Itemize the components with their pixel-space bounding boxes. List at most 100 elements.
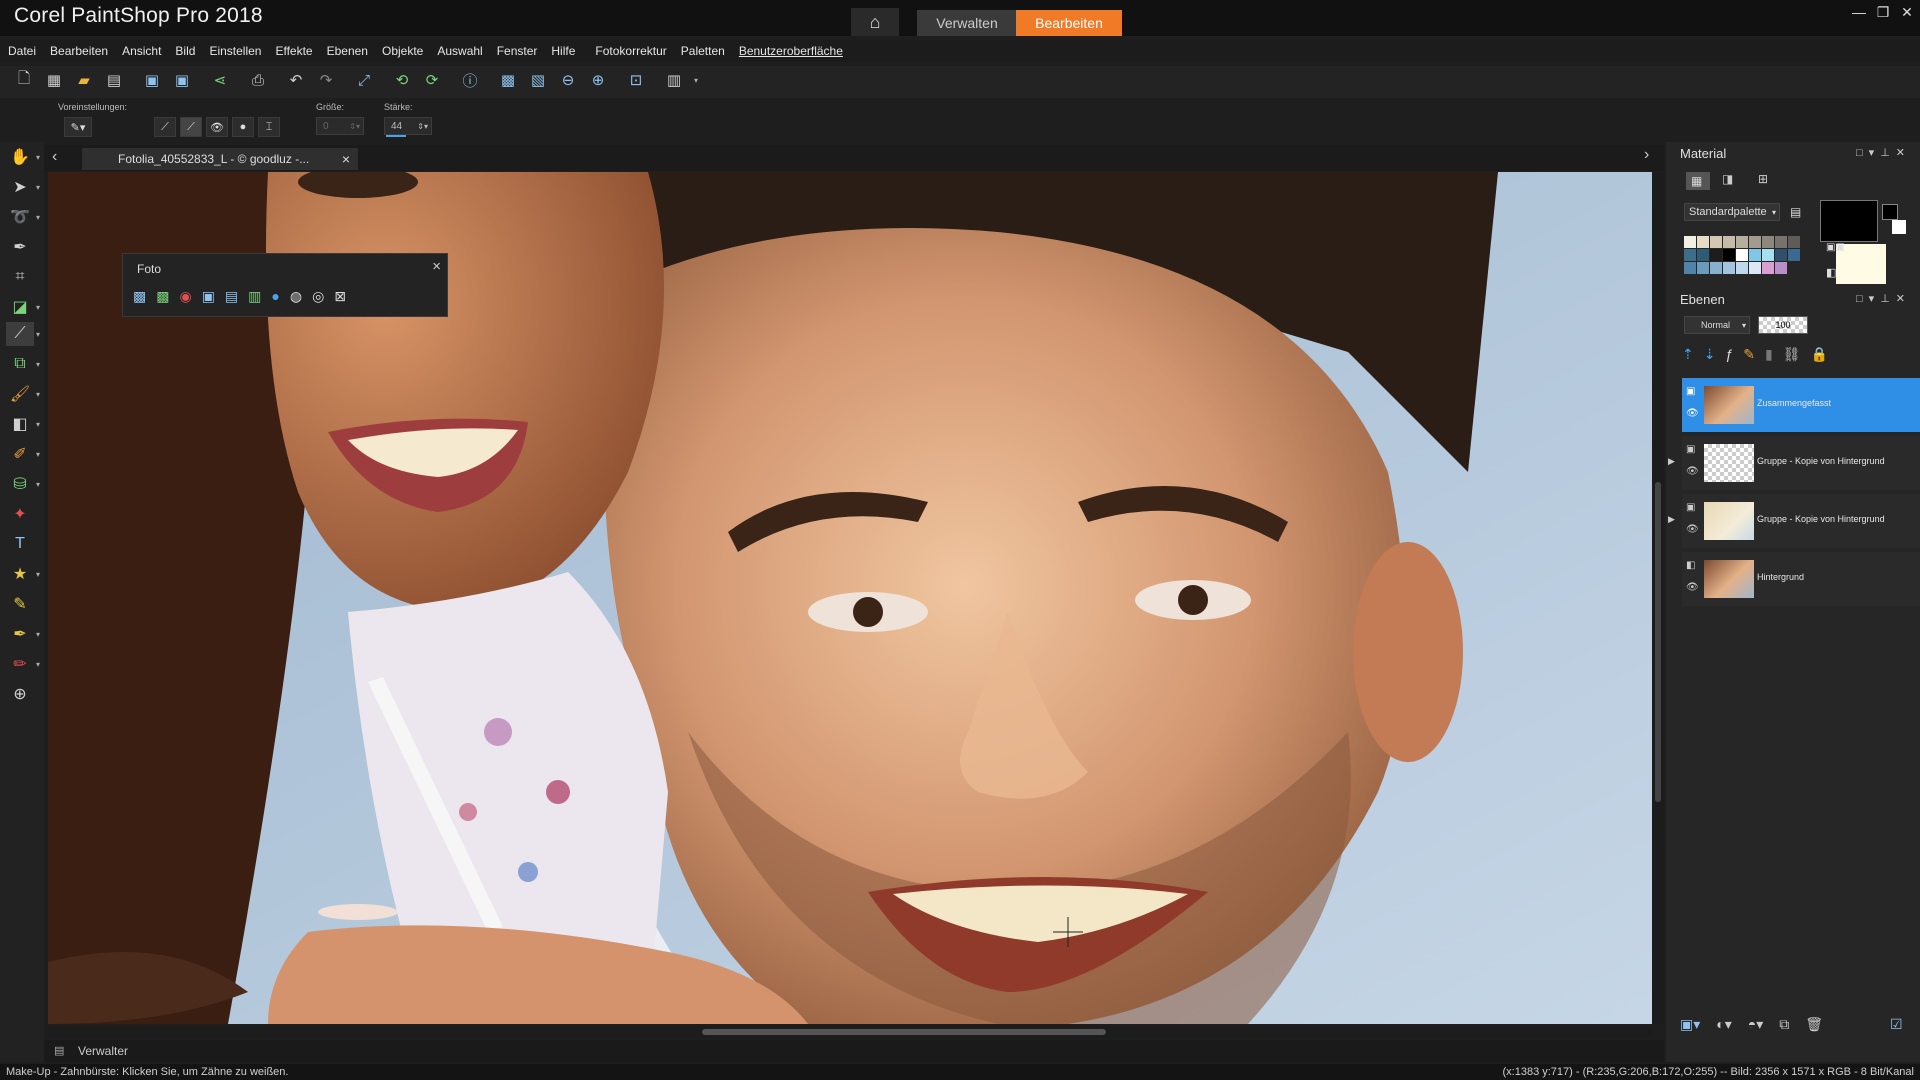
close-icon[interactable]: ✕ — [1896, 2, 1918, 22]
depth-of-field-icon[interactable]: ● — [271, 288, 279, 305]
share-icon[interactable]: ⋖ — [210, 70, 230, 90]
makeover-icon[interactable]: ◎ — [312, 288, 324, 305]
menu-bearbeiten[interactable]: Bearbeiten — [42, 44, 114, 58]
maximize-icon[interactable]: □ — [1856, 293, 1869, 305]
vertical-scrollbar[interactable] — [1652, 172, 1664, 1024]
art-tool[interactable]: ✎ — [6, 592, 34, 616]
color-swatch[interactable] — [1710, 236, 1722, 248]
warp-tool[interactable]: ✏ ▾ — [6, 652, 40, 676]
menu-auswahl[interactable]: Auswahl — [429, 44, 488, 58]
link-icon[interactable]: ⛓ — [1783, 346, 1801, 363]
color-swatch[interactable] — [1788, 249, 1800, 261]
menu-fotokorrektur[interactable]: Fotokorrektur — [587, 44, 672, 58]
dropper-tool[interactable]: ✒ — [6, 235, 34, 259]
mode-thinify-button[interactable]: ⌶ — [258, 117, 280, 137]
tab-next-icon[interactable]: › — [1644, 146, 1649, 164]
tab-bearbeiten[interactable]: Bearbeiten — [1016, 10, 1122, 36]
expand-arrow-icon[interactable]: ▶ — [1668, 514, 1675, 525]
text-tool[interactable]: T — [6, 532, 34, 556]
mask-layer-icon[interactable]: ◓▾ — [1748, 1016, 1763, 1033]
redo-icon[interactable]: ↷ — [316, 70, 336, 90]
browse-icon[interactable]: ▦ — [44, 70, 64, 90]
resize-icon[interactable]: ⤢ — [354, 70, 374, 90]
scan-icon[interactable]: ▤ — [104, 70, 124, 90]
menu-ebenen[interactable]: Ebenen — [319, 44, 374, 58]
color-swatch[interactable] — [1749, 236, 1761, 248]
color-swatch[interactable] — [1723, 262, 1735, 274]
menu-paletten[interactable]: Paletten — [673, 44, 731, 58]
color-swatch[interactable] — [1697, 236, 1709, 248]
fx-icon[interactable]: ƒ — [1725, 346, 1733, 363]
color-swatch[interactable] — [1788, 236, 1800, 248]
gradient-view-icon[interactable]: ◨ — [1722, 172, 1733, 186]
tab-verwalten[interactable]: Verwalten — [917, 10, 1017, 36]
layer-row[interactable]: ◧ 👁 Hintergrund — [1682, 552, 1920, 606]
color-swatch[interactable] — [1736, 262, 1748, 274]
menu-ansicht[interactable]: Ansicht — [114, 44, 167, 58]
actual-size-icon[interactable]: ▧ — [528, 70, 548, 90]
color-swatch[interactable] — [1775, 249, 1787, 261]
menu-datei[interactable]: Datei — [0, 44, 42, 58]
color-swatch[interactable] — [1684, 262, 1696, 274]
color-swatch[interactable] — [1749, 262, 1761, 274]
duplicate-layer-icon[interactable]: ⧉ — [1779, 1016, 1789, 1033]
crop-tool[interactable]: ⌗ — [6, 265, 34, 289]
swatch-view-button[interactable]: ▦ — [1686, 172, 1710, 190]
menu-fenster[interactable]: Fenster — [489, 44, 544, 58]
paste-icon[interactable]: ▥ — [664, 70, 684, 90]
clone-tool[interactable]: ⧉ ▾ — [6, 352, 40, 376]
scroll-thumb[interactable] — [702, 1029, 1106, 1035]
minimize-icon[interactable]: — — [1848, 2, 1870, 22]
fill-tool[interactable]: ⛁ ▾ — [6, 472, 40, 496]
panel-controls[interactable]: □▾⊥✕ — [1856, 292, 1911, 305]
chevron-down-icon[interactable]: ▾ — [1869, 293, 1881, 305]
color-swatch[interactable] — [1762, 249, 1774, 261]
color-swatch[interactable] — [1775, 236, 1787, 248]
menu-benutzeroberflaeche[interactable]: Benutzeroberfläche — [731, 44, 849, 58]
maximize-icon[interactable]: □ — [1856, 147, 1869, 159]
move-down-icon[interactable]: ⇣ — [1704, 346, 1716, 363]
menu-effekte[interactable]: Effekte — [267, 44, 318, 58]
close-icon[interactable]: ✕ — [1896, 293, 1911, 305]
layer-properties-icon[interactable]: ☑ — [1890, 1016, 1903, 1033]
panorama-icon[interactable]: ▥ — [248, 288, 261, 305]
mini-fg-swatch[interactable] — [1882, 204, 1898, 220]
color-swatch[interactable] — [1684, 249, 1696, 261]
color-swatch[interactable] — [1762, 236, 1774, 248]
opacity-input[interactable]: 100 — [1758, 316, 1808, 334]
close-icon[interactable]: × — [342, 151, 350, 167]
save-icon[interactable]: ▣ — [142, 70, 162, 90]
eraser-tool[interactable]: ✐ ▾ — [6, 442, 40, 466]
menu-hilfe[interactable]: Hilfe — [543, 44, 581, 58]
add-tool-button[interactable]: ⊕ — [6, 682, 34, 706]
fit-window-icon[interactable]: ▩ — [498, 70, 518, 90]
tab-prev-icon[interactable]: ‹ — [52, 148, 57, 166]
print-icon[interactable]: ⎙ — [248, 70, 268, 90]
swap-colors-icon[interactable]: ▣▣ — [1826, 242, 1845, 253]
shape-tool[interactable]: ★ ▾ — [6, 562, 40, 586]
brush-icon[interactable]: ✎ — [1743, 346, 1755, 363]
layer-row[interactable]: ▶ ▣ 👁 Gruppe - Kopie von Hintergrund — [1668, 494, 1920, 548]
zoom-out-icon[interactable]: ⊖ — [558, 70, 578, 90]
mode-eyedrop-button[interactable]: 👁 — [206, 117, 228, 137]
lasso-tool[interactable]: ➰ ▾ — [6, 205, 40, 229]
color-swatch[interactable] — [1736, 236, 1748, 248]
color-swatch[interactable] — [1710, 262, 1722, 274]
document-tab[interactable]: Fotolia_40552833_L - © goodluz -... × — [82, 148, 358, 170]
red-eye-icon[interactable]: ◉ — [179, 288, 191, 305]
chevron-down-icon[interactable]: ▾ — [1869, 147, 1881, 159]
undo-icon[interactable]: ↶ — [286, 70, 306, 90]
pan-tool[interactable]: ✋ ▾ — [6, 145, 40, 169]
lens-icon[interactable]: ⊠ — [334, 288, 346, 305]
size-input[interactable]: 0 ⇕▾ — [316, 117, 364, 135]
zoom-in-icon[interactable]: ⊕ — [588, 70, 608, 90]
mode-blemish-button[interactable]: ⟋ — [154, 117, 176, 137]
pin-icon[interactable]: ⊥ — [1880, 293, 1896, 305]
mode-tanner-button[interactable]: ● — [232, 117, 254, 137]
retouch-icon[interactable]: ▣ — [202, 288, 215, 305]
menu-objekte[interactable]: Objekte — [374, 44, 429, 58]
straighten-tool[interactable]: ◪ ▾ — [6, 295, 40, 319]
color-swatch[interactable] — [1723, 236, 1735, 248]
new-icon[interactable]: 🗋 — [14, 70, 34, 90]
restore-icon[interactable]: ❐ — [1872, 2, 1894, 22]
